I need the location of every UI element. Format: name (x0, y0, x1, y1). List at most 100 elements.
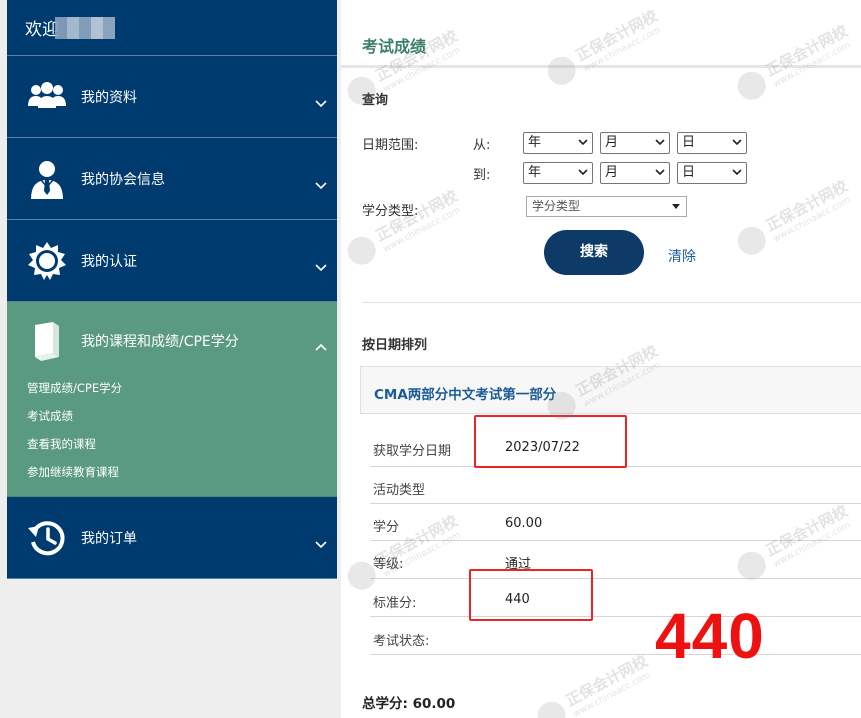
watermark-url: www.chinaacc.com (571, 670, 653, 718)
divider (362, 302, 861, 303)
divider (341, 65, 861, 68)
from-year-select[interactable]: 年 (523, 132, 593, 154)
clear-link[interactable]: 清除 (668, 246, 696, 266)
chevron-down-icon (578, 139, 588, 146)
chevron-down-icon (315, 264, 327, 272)
row-label-exam-status: 考试状态: (373, 634, 430, 649)
chevron-down-icon (315, 182, 327, 190)
sidebar-item-association[interactable]: 我的协会信息 (7, 138, 337, 220)
sublink-cpe-courses[interactable]: 参加继续教育课程 (7, 464, 337, 492)
watermark-logo-icon (732, 66, 771, 105)
watermark-logo-icon (732, 546, 771, 585)
from-label: 从: (473, 138, 491, 153)
from-day-select[interactable]: 日 (677, 132, 747, 154)
person-tie-icon (27, 159, 67, 199)
sidebar-item-label: 我的订单 (81, 530, 137, 547)
sublink-manage-credits[interactable]: 管理成绩/CPE学分 (7, 380, 337, 408)
watermark-text: 正保会计网校 (762, 21, 851, 80)
history-icon (27, 518, 67, 558)
welcome-banner: 欢迎 (7, 0, 337, 56)
from-month-select[interactable]: 月 (600, 132, 670, 154)
row-label-grade: 等级: (373, 557, 404, 572)
watermark-logo-icon (732, 221, 771, 260)
watermark: 正保会计网校www.chinaacc.com (539, 0, 693, 99)
to-label: 到: (473, 168, 491, 183)
sidebar-item-label: 我的协会信息 (81, 171, 165, 188)
sublink-my-courses[interactable]: 查看我的课程 (7, 436, 337, 464)
chevron-down-icon (732, 169, 742, 176)
to-month-select[interactable]: 月 (600, 162, 670, 184)
select-value: 月 (605, 135, 619, 150)
sidebar-item-label: 我的资料 (81, 89, 137, 106)
sidebar-item-orders[interactable]: 我的订单 (7, 497, 337, 579)
row-divider (370, 654, 861, 655)
sidebar-item-courses-header[interactable]: 我的课程和成绩/CPE学分 (7, 302, 337, 380)
watermark-text: 正保会计网校 (562, 651, 651, 710)
watermark-logo-icon (542, 51, 581, 90)
watermark-url: www.chinaacc.com (771, 520, 853, 570)
row-label-scaled-score: 标准分: (373, 596, 417, 611)
chevron-down-icon (315, 100, 327, 108)
sidebar-item-profile[interactable]: 我的资料 (7, 56, 337, 138)
watermark-url: www.chinaacc.com (771, 195, 853, 245)
exam-card-header: CMA两部分中文考试第一部分 (360, 366, 861, 414)
row-label-activity-type: 活动类型 (373, 483, 426, 498)
chevron-down-icon (655, 139, 665, 146)
badge-seal-icon (27, 241, 67, 281)
chevron-down-icon (655, 169, 665, 176)
chevron-down-icon (578, 169, 588, 176)
date-range-label: 日期范围: (362, 138, 419, 153)
left-column: 欢迎 我的资料 我的协会信息 我的认证 我的课程和成绩/CPE学分 管理成绩/C… (0, 0, 341, 718)
exam-title: CMA两部分中文考试第一部分 (374, 387, 557, 403)
page-title: 考试成绩 (362, 37, 427, 56)
welcome-text: 欢迎 (25, 20, 59, 40)
watermark-logo-icon (342, 231, 381, 270)
watermark-text: 正保会计网校 (572, 6, 661, 65)
watermark-logo-icon (532, 696, 571, 718)
search-button[interactable]: 搜索 (544, 230, 644, 275)
sidebar: 欢迎 我的资料 我的协会信息 我的认证 我的课程和成绩/CPE学分 管理成绩/C… (7, 0, 337, 579)
select-value: 学分类型 (532, 199, 581, 213)
watermark: 正保会计网校www.chinaacc.com (729, 2, 861, 113)
dropdown-arrow-icon (672, 204, 680, 209)
watermark: 正保会计网校www.chinaacc.com (339, 167, 493, 278)
row-label-credits: 学分 (373, 520, 400, 535)
book-icon (27, 321, 67, 361)
chevron-up-icon (315, 343, 327, 351)
total-credits: 总学分: 60.00 (362, 696, 456, 712)
chevron-down-icon (315, 541, 327, 549)
highlight-box-date (474, 415, 627, 468)
select-value: 年 (528, 135, 542, 150)
sidebar-item-courses: 我的课程和成绩/CPE学分 管理成绩/CPE学分 考试成绩 查看我的课程 参加继… (7, 302, 337, 497)
watermark: 正保会计网校www.chinaacc.com (729, 482, 861, 593)
credit-type-select[interactable]: 学分类型 (526, 196, 687, 217)
row-divider (370, 503, 861, 504)
row-value-credits: 60.00 (505, 516, 543, 531)
sort-heading: 按日期排列 (362, 338, 428, 353)
sidebar-item-label: 我的课程和成绩/CPE学分 (81, 334, 239, 350)
row-divider (370, 616, 861, 617)
watermark: 正保会计网校www.chinaacc.com (729, 157, 861, 268)
main-content: 考试成绩 查询 日期范围: 从: 到: 年 月 日 年 月 日 学分类型: 学分… (341, 0, 861, 718)
to-day-select[interactable]: 日 (677, 162, 747, 184)
watermark-text: 正保会计网校 (762, 501, 851, 560)
sidebar-item-label: 我的认证 (81, 253, 137, 270)
sublink-exam-scores[interactable]: 考试成绩 (7, 408, 337, 436)
username-blurred (55, 16, 115, 39)
watermark-text: 正保会计网校 (762, 176, 851, 235)
score-annotation: 440 (655, 600, 765, 672)
select-value: 日 (682, 135, 696, 150)
sidebar-item-certification[interactable]: 我的认证 (7, 220, 337, 302)
row-divider (370, 578, 861, 579)
select-value: 月 (605, 165, 619, 180)
users-icon (27, 77, 67, 117)
highlight-box-score (469, 569, 593, 621)
query-heading: 查询 (362, 93, 389, 108)
to-year-select[interactable]: 年 (523, 162, 593, 184)
credit-type-label: 学分类型: (362, 204, 419, 219)
row-divider (370, 540, 861, 541)
row-label-credit-date: 获取学分日期 (373, 444, 452, 459)
chevron-down-icon (732, 139, 742, 146)
select-value: 年 (528, 165, 542, 180)
select-value: 日 (682, 165, 696, 180)
